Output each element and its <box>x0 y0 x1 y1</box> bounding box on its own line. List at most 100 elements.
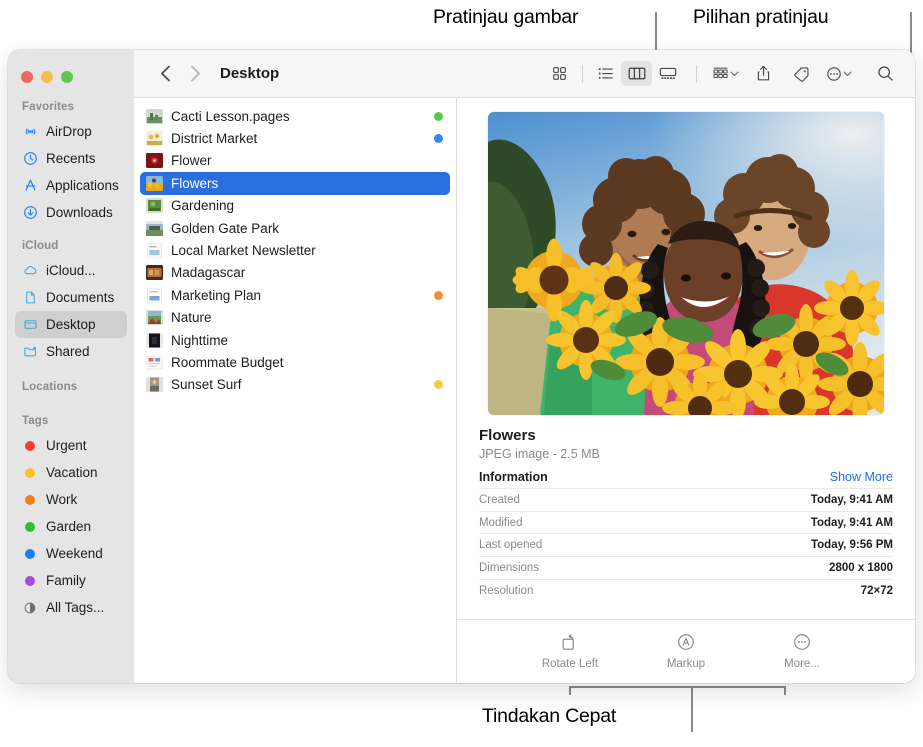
file-tag-dot <box>434 290 443 300</box>
quick-action-markup[interactable]: Markup <box>653 631 719 670</box>
sidebar-item-label: AirDrop <box>46 124 92 139</box>
sidebar-item-label: iCloud... <box>46 263 96 278</box>
file-row-nature[interactable]: Nature <box>140 307 450 329</box>
file-row-marketing-plan[interactable]: Marketing Plan <box>140 284 450 306</box>
group-by-button[interactable] <box>710 61 741 86</box>
sidebar-item-all-tags[interactable]: All Tags... <box>15 594 127 621</box>
info-row-created: Created Today, 9:41 AM <box>479 488 893 511</box>
file-row-cacti-lesson[interactable]: Cacti Lesson.pages <box>140 105 450 127</box>
file-row-district-market[interactable]: District Market <box>140 127 450 149</box>
forward-button[interactable] <box>180 60 210 88</box>
file-row-golden-gate-park[interactable]: Golden Gate Park <box>140 217 450 239</box>
info-key: Dimensions <box>479 561 540 574</box>
file-row-flower[interactable]: Flower <box>140 150 450 172</box>
gallery-view-button[interactable] <box>652 61 683 86</box>
file-row-nighttime[interactable]: Nighttime <box>140 329 450 351</box>
preview-file-title: Flowers <box>479 427 536 444</box>
file-name: District Market <box>171 131 258 147</box>
file-row-sunset-surf[interactable]: Sunset Surf <box>140 374 450 396</box>
info-value: Today, 9:41 AM <box>810 516 893 529</box>
more-circle-icon <box>827 66 841 81</box>
preview-image-container <box>457 98 915 415</box>
file-name: Flower <box>171 153 212 169</box>
all-tags-icon <box>22 600 38 616</box>
share-icon <box>757 65 770 81</box>
icon-view-button[interactable] <box>544 61 575 86</box>
info-value: Today, 9:56 PM <box>810 539 893 552</box>
file-tag-dot <box>434 111 443 121</box>
callout-label-preview-options: Pilihan pratinjau <box>693 6 829 28</box>
file-name: Marketing Plan <box>171 287 262 303</box>
preview-image[interactable] <box>488 112 884 415</box>
back-button[interactable] <box>150 60 180 88</box>
file-name: Local Market Newsletter <box>171 243 316 259</box>
file-row-flowers[interactable]: Flowers <box>140 172 450 195</box>
tag-dot-icon <box>22 573 38 589</box>
sidebar-item-applications[interactable]: Applications <box>15 172 127 199</box>
info-key: Last opened <box>479 539 543 552</box>
sidebar-item-icloud-drive[interactable]: iCloud... <box>15 257 127 284</box>
preview-file-subtitle: JPEG image - 2.5 MB <box>479 447 600 461</box>
quick-action-label: Markup <box>666 658 706 670</box>
sidebar-item-tag-work[interactable]: Work <box>15 486 127 513</box>
file-icon <box>146 265 163 281</box>
sidebar-item-desktop[interactable]: Desktop <box>15 311 127 338</box>
sidebar-item-label: Recents <box>46 151 96 166</box>
airdrop-icon <box>22 124 38 140</box>
list-view-icon <box>598 68 613 79</box>
downloads-icon <box>22 205 38 221</box>
file-icon <box>146 198 163 214</box>
file-name: Flowers <box>171 175 219 191</box>
sidebar-item-documents[interactable]: Documents <box>15 284 127 311</box>
sidebar-item-label: Applications <box>46 178 119 193</box>
file-icon <box>146 220 163 236</box>
quick-action-rotate-left[interactable]: Rotate Left <box>537 631 603 670</box>
file-icon <box>146 310 163 326</box>
maximize-button[interactable] <box>61 71 73 83</box>
more-actions-button[interactable] <box>824 61 854 86</box>
search-button[interactable] <box>870 61 901 86</box>
tag-dot-icon <box>22 492 38 508</box>
tag-button[interactable] <box>786 61 817 86</box>
sidebar-item-airdrop[interactable]: AirDrop <box>15 118 127 145</box>
cloud-icon <box>22 263 38 279</box>
search-icon <box>878 66 893 81</box>
file-name: Cacti Lesson.pages <box>171 108 290 124</box>
close-button[interactable] <box>21 71 33 83</box>
sidebar-item-label: Work <box>46 492 78 507</box>
file-icon <box>146 243 163 259</box>
info-row-modified: Modified Today, 9:41 AM <box>479 510 893 534</box>
quick-action-more[interactable]: More... <box>769 631 835 670</box>
toolbar-divider <box>582 64 583 83</box>
info-value: 2800 x 1800 <box>829 561 893 574</box>
file-tag-dot <box>434 134 443 144</box>
show-more-link[interactable]: Show More <box>830 470 893 484</box>
sidebar-item-tag-family[interactable]: Family <box>15 567 127 594</box>
gallery-view-icon <box>659 67 676 80</box>
sidebar-item-label: Downloads <box>46 205 113 220</box>
file-row-roommate-budget[interactable]: Roommate Budget <box>140 351 450 373</box>
sidebar-item-downloads[interactable]: Downloads <box>15 199 127 226</box>
info-key: Created <box>479 493 520 506</box>
list-view-button[interactable] <box>590 61 621 86</box>
quick-action-label: More... <box>784 658 820 670</box>
share-button[interactable] <box>748 61 779 86</box>
column-view-button[interactable] <box>621 61 652 86</box>
file-name: Nighttime <box>171 332 229 348</box>
tag-dot-icon <box>22 438 38 454</box>
callout-label-quick-actions: Tindakan Cepat <box>482 705 617 727</box>
desktop-icon <box>22 317 38 333</box>
sidebar-item-tag-vacation[interactable]: Vacation <box>15 459 127 486</box>
sidebar-item-shared[interactable]: Shared <box>15 338 127 365</box>
breadcrumb[interactable]: Desktop <box>220 65 279 82</box>
file-row-local-market-newsletter[interactable]: Local Market Newsletter <box>140 239 450 261</box>
file-row-madagascar[interactable]: Madagascar <box>140 262 450 284</box>
sidebar-item-tag-garden[interactable]: Garden <box>15 513 127 540</box>
sidebar-item-tag-urgent[interactable]: Urgent <box>15 432 127 459</box>
file-name: Nature <box>171 310 212 326</box>
file-row-gardening[interactable]: Gardening <box>140 195 450 217</box>
sidebar-item-tag-weekend[interactable]: Weekend <box>15 540 127 567</box>
minimize-button[interactable] <box>41 71 53 83</box>
sidebar-item-recents[interactable]: Recents <box>15 145 127 172</box>
chevron-left-icon <box>160 65 170 82</box>
